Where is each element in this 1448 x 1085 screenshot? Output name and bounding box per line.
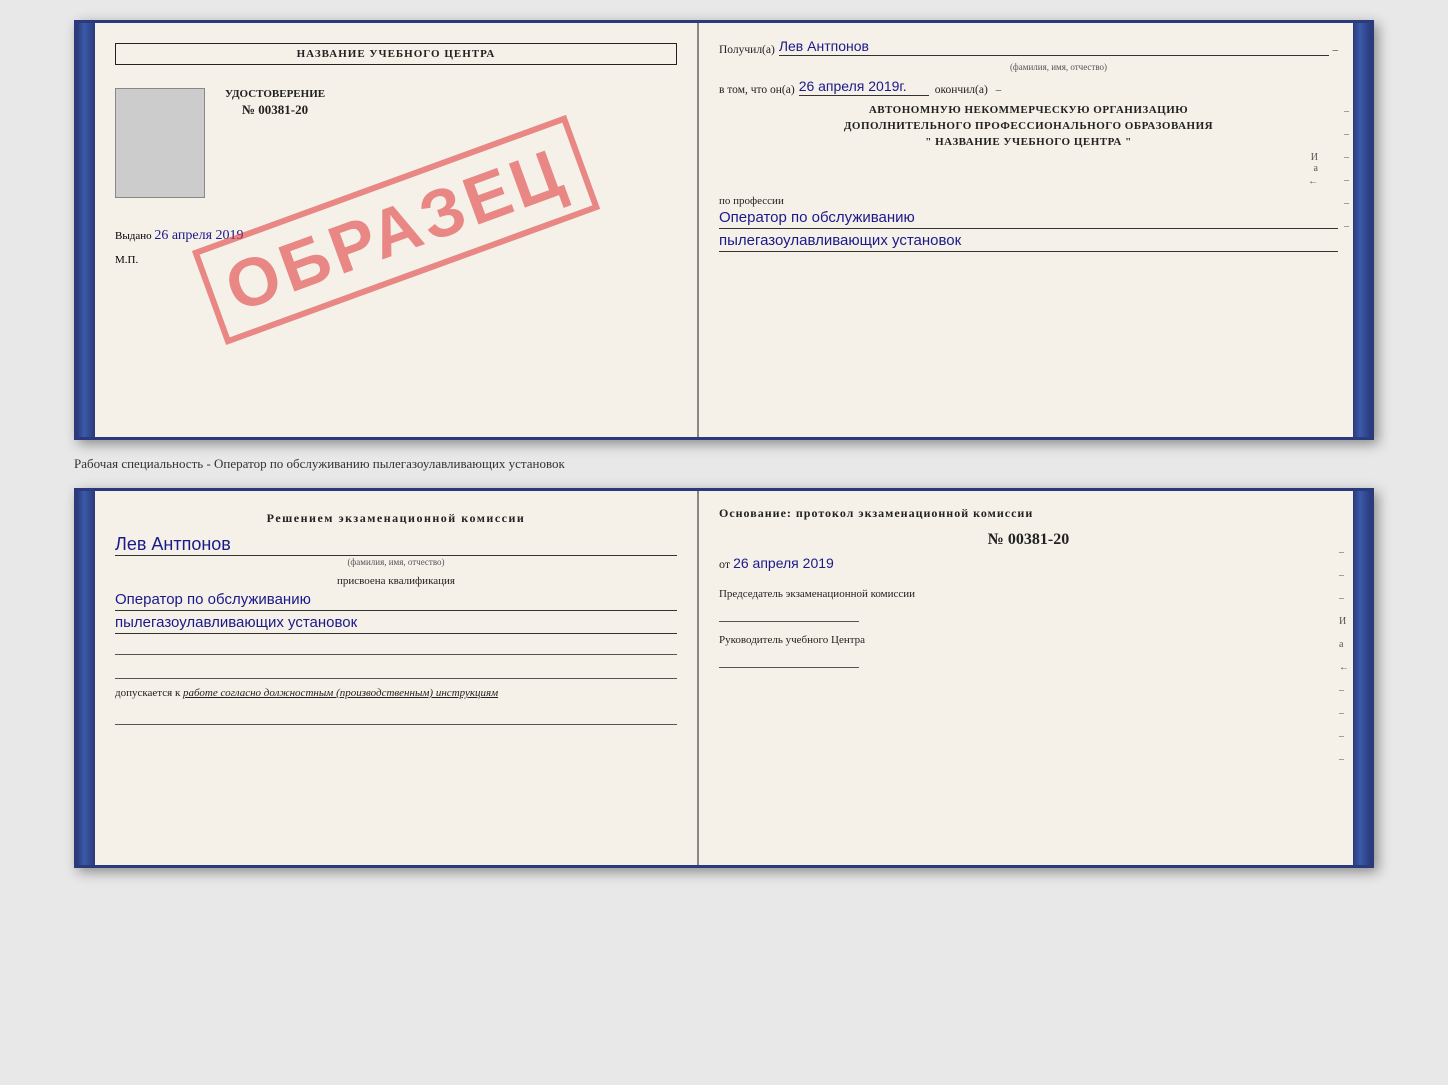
- profession-value-1: Оператор по обслуживанию: [719, 209, 1338, 229]
- protocol-date-row: от 26 апреля 2019: [719, 555, 1338, 572]
- org-line-1: АВТОНОМНУЮ НЕКОММЕРЧЕСКУЮ ОРГАНИЗАЦИЮ: [719, 104, 1338, 116]
- bottom-left-panel: Решением экзаменационной комиссии Лев Ан…: [95, 491, 699, 865]
- profession-value-2: пылегазоулавливающих установок: [719, 232, 1338, 252]
- allowed-italic-text: работе согласно должностным (производств…: [183, 687, 498, 699]
- completed-date-value: 26 апреля 2019г.: [799, 78, 929, 96]
- top-certificate: ОБРАЗЕЦ НАЗВАНИЕ УЧЕБНОГО ЦЕНТРА УДОСТОВ…: [74, 20, 1374, 440]
- decision-title: Решением экзаменационной комиссии: [115, 511, 677, 526]
- received-name-value: Лев Антпонов: [779, 38, 1329, 56]
- head-sign-line: [719, 648, 859, 668]
- cert-photo-placeholder: [115, 88, 205, 198]
- head-section: Руководитель учебного Центра: [719, 634, 1338, 668]
- org-line-2: ДОПОЛНИТЕЛЬНОГО ПРОФЕССИОНАЛЬНОГО ОБРАЗО…: [719, 120, 1338, 132]
- name-sub-label: (фамилия, имя, отчество): [779, 62, 1338, 72]
- cert-issued-line: Выдано 26 апреля 2019: [115, 228, 677, 244]
- field-dash-2: –: [996, 84, 1002, 96]
- cert-left-panel: ОБРАЗЕЦ НАЗВАНИЕ УЧЕБНОГО ЦЕНТРА УДОСТОВ…: [95, 23, 699, 437]
- bottom-certificate: Решением экзаменационной комиссии Лев Ан…: [74, 488, 1374, 868]
- field-dash-1: –: [1333, 44, 1339, 56]
- protocol-date-value: 26 апреля 2019: [733, 555, 834, 571]
- cert-mp-label: М.П.: [115, 254, 677, 266]
- book-spine-left-top: [77, 23, 95, 437]
- profession-label: по профессии: [719, 195, 1338, 207]
- cert-right-panel: Получил(а) Лев Антпонов – (фамилия, имя,…: [699, 23, 1353, 437]
- cert-doc-number: № 00381-20: [225, 102, 325, 118]
- chair-label: Председатель экзаменационной комиссии: [719, 588, 1338, 600]
- org-line-3: " НАЗВАНИЕ УЧЕБНОГО ЦЕНТРА ": [719, 136, 1338, 148]
- blank-line-3: [115, 707, 677, 725]
- blank-line-1: [115, 637, 677, 655]
- date-prefix: от: [719, 557, 730, 571]
- middle-specialty-label: Рабочая специальность - Оператор по обсл…: [74, 456, 1374, 472]
- completed-label: окончил(а): [935, 84, 988, 96]
- book-spine-right-bottom: [1353, 491, 1371, 865]
- bottom-person-name: Лев Антпонов: [115, 534, 677, 556]
- bottom-right-panel: Основание: протокол экзаменационной коми…: [699, 491, 1353, 865]
- chair-sign-line: [719, 602, 859, 622]
- received-label: Получил(а): [719, 44, 775, 56]
- protocol-number: № 00381-20: [719, 531, 1338, 549]
- book-spine-right-top: [1353, 23, 1371, 437]
- book-spine-left-bottom: [77, 491, 95, 865]
- cert-header-title: НАЗВАНИЕ УЧЕБНОГО ЦЕНТРА: [115, 43, 677, 65]
- in-that-label: в том, что он(а): [719, 84, 795, 96]
- head-label: Руководитель учебного Центра: [719, 634, 1338, 646]
- cert-doc-label: УДОСТОВЕРЕНИЕ: [225, 88, 325, 100]
- blank-line-2: [115, 661, 677, 679]
- bottom-name-sublabel: (фамилия, имя, отчество): [115, 557, 677, 567]
- completed-row: в том, что он(а) 26 апреля 2019г. окончи…: [719, 78, 1338, 96]
- assigned-label: присвоена квалификация: [115, 575, 677, 587]
- received-row: Получил(а) Лев Антпонов –: [719, 38, 1338, 56]
- document-container: ОБРАЗЕЦ НАЗВАНИЕ УЧЕБНОГО ЦЕНТРА УДОСТОВ…: [74, 20, 1374, 868]
- basis-label: Основание: протокол экзаменационной коми…: [719, 506, 1338, 521]
- qualification-value-1: Оператор по обслуживанию: [115, 591, 677, 611]
- qualification-value-2: пылегазоулавливающих установок: [115, 614, 677, 634]
- allowed-text: допускается к работе согласно должностны…: [115, 687, 677, 699]
- chair-section: Председатель экзаменационной комиссии: [719, 588, 1338, 622]
